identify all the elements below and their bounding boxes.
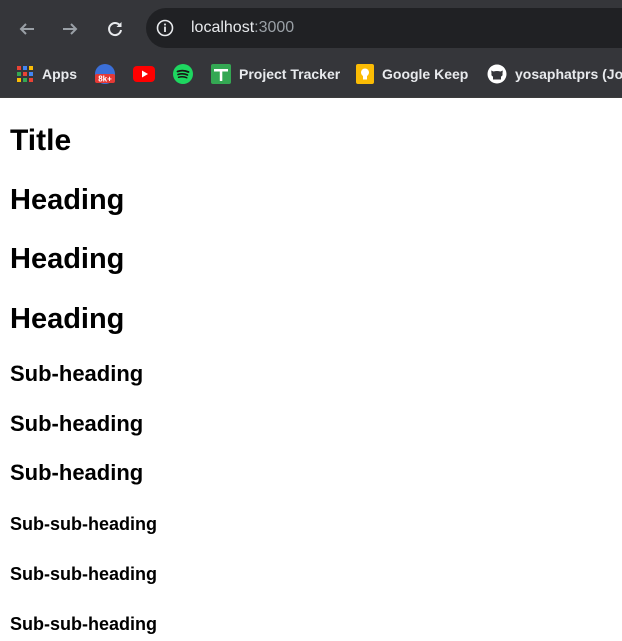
8k-badge-icon: 8k+ [95,64,115,84]
subsubheading: Sub-sub-heading [10,614,157,634]
bookmark-spotify[interactable] [172,63,194,85]
url-text[interactable]: localhost:3000 [191,19,294,37]
reload-icon [108,22,122,37]
back-button[interactable] [13,15,41,43]
subheading: Sub-heading [10,460,144,485]
subheading: Sub-heading [10,361,144,386]
github-icon [487,64,507,84]
bookmark-label: Apps [42,66,77,82]
bookmark-google-keep[interactable]: Google Keep [356,63,468,85]
arrow-forward-icon [63,23,78,35]
bookmark-apps[interactable]: Apps [16,63,77,85]
browser-toolbar: localhost:3000 [0,4,622,54]
project-tracker-icon [211,64,231,84]
url-port: :3000 [254,19,295,36]
reload-button[interactable] [101,15,129,43]
youtube-icon [133,66,155,82]
info-icon[interactable] [156,19,174,37]
url-host: localhost [191,19,255,36]
bookmark-youtube[interactable] [133,63,155,85]
bookmark-label: Google Keep [382,66,469,82]
arrow-back-icon [19,23,34,35]
bookmark-project-tracker[interactable]: Project Tracker [211,63,340,85]
subsubheading: Sub-sub-heading [10,564,157,584]
forward-button[interactable] [56,15,84,43]
page-title: Title [10,124,72,157]
address-bar[interactable]: localhost:3000 [146,8,622,48]
subheading: Sub-heading [10,411,144,436]
bookmark-8k[interactable]: 8k+ [94,63,116,85]
apps-grid-icon [17,66,33,82]
spotify-icon [173,64,193,84]
8k-badge-text: 8k+ [98,75,112,84]
page-content: Title Heading Heading Heading Sub-headin… [0,98,622,641]
heading: Heading [10,184,125,216]
browser-chrome: localhost:3000 Apps 8k+ Project Tracker … [0,0,622,98]
bookmark-label: yosaphatprs (Jos [515,66,622,82]
google-keep-icon [356,64,374,84]
heading: Heading [10,303,125,335]
subsubheading: Sub-sub-heading [10,514,157,534]
bookmark-github[interactable]: yosaphatprs (Jos [487,63,622,85]
bookmarks-bar: Apps 8k+ Project Tracker Google Keep yos… [0,54,622,98]
bookmark-label: Project Tracker [239,66,341,82]
heading: Heading [10,243,125,275]
